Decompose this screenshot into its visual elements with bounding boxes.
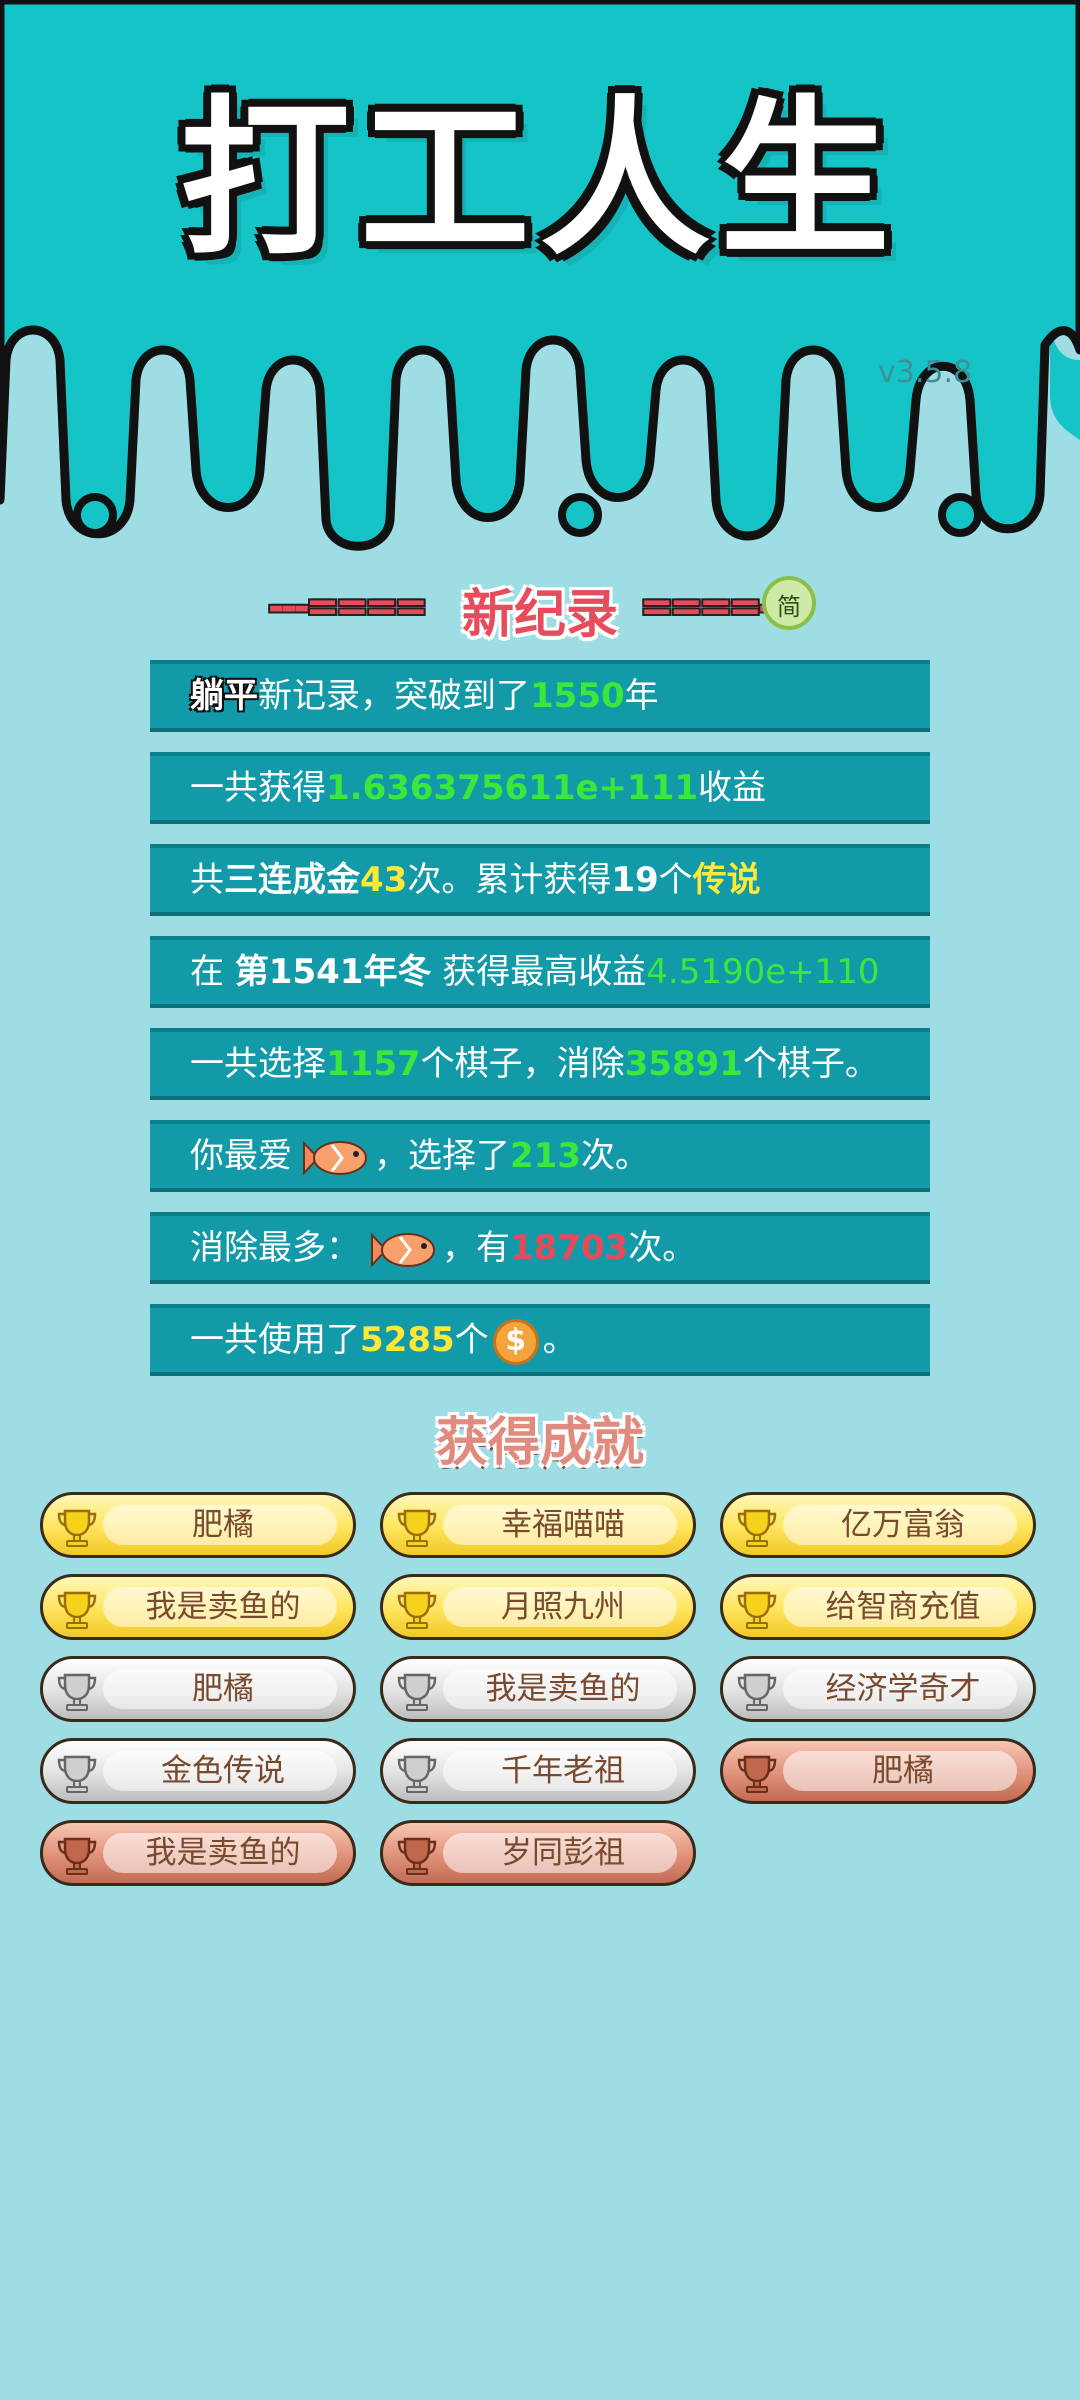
stat-text: 在 (190, 952, 235, 992)
stat-text: 消除最多： (190, 1228, 360, 1268)
achievement-label: 给智商充值 (825, 1589, 981, 1625)
stat-value: 5285 (360, 1320, 455, 1360)
stat-text: 第1541年冬 (234, 952, 432, 992)
stat-text: 三连成金 (224, 860, 360, 900)
achievement-badge[interactable]: 金色传说 (40, 1738, 356, 1804)
stat-row-coins: 一共使用了5285个 $。 (150, 1304, 930, 1376)
achievement-badge[interactable]: 我是卖鱼的 (380, 1656, 696, 1722)
achievement-label: 肥橘 (872, 1753, 934, 1789)
stat-text: 次。 (628, 1228, 697, 1268)
record-header: ---==== 新纪录 ====- (0, 570, 1080, 645)
achievement-label: 经济学奇才 (825, 1671, 981, 1707)
stat-text: 年 (624, 676, 659, 716)
stat-value: 1.636375611e+111 (326, 768, 699, 808)
stat-text: 个棋子。 (742, 1044, 879, 1084)
stat-text: 次。 (580, 1136, 649, 1176)
achievement-label: 亿万富翁 (841, 1507, 965, 1543)
achievement-label: 我是卖鱼的 (485, 1671, 641, 1707)
stat-text: ，选择了 (374, 1136, 510, 1176)
stat-value: 18703 (510, 1228, 629, 1268)
stat-value: 传说 (692, 860, 761, 900)
stat-text: 一共获得 (190, 768, 326, 808)
stat-text: 共 (190, 860, 224, 900)
achievement-label: 肥橘 (192, 1507, 254, 1543)
achievement-badge[interactable]: 肥橘 (40, 1656, 356, 1722)
drop-dot (73, 493, 117, 537)
achievement-label: 肥橘 (192, 1671, 254, 1707)
achievement-label: 金色传说 (161, 1753, 285, 1789)
record-header-title: 新纪录 (461, 585, 618, 645)
achievements-title: 获得成就 (435, 1413, 644, 1473)
achievement-label: 岁同彭祖 (501, 1835, 625, 1871)
version-label: v3.5.8 (878, 355, 973, 390)
achievement-label: 千年老祖 (501, 1753, 625, 1789)
drop-dot (558, 493, 602, 537)
stat-row-max-income: 在 第1541年冬 获得最高收益4.5190e+110 (150, 936, 930, 1008)
stat-value: 213 (510, 1136, 581, 1176)
stat-row-record: 躺平新记录，突破到了1550年 (150, 660, 930, 732)
achievement-badge[interactable]: 我是卖鱼的 (40, 1574, 356, 1640)
stat-value: 4.5190e+110 (646, 952, 880, 992)
stat-text: 个棋子，消除 (420, 1044, 625, 1084)
stat-text: 你最爱 (190, 1136, 292, 1176)
stat-text: 次。累计获得 (407, 860, 612, 900)
achievement-badge[interactable]: 月照九州 (380, 1574, 696, 1640)
achievement-badge[interactable]: 经济学奇才 (720, 1656, 1036, 1722)
stat-value: 43 (360, 860, 408, 900)
stat-text: 个 (658, 860, 693, 900)
fish-icon (371, 1231, 435, 1268)
stat-text: 新记录，突破到了 (258, 676, 530, 716)
stat-text: 收益 (698, 768, 767, 808)
stat-text: 一共选择 (190, 1044, 326, 1084)
stat-value: 1157 (326, 1044, 421, 1084)
drop-dot (938, 493, 982, 537)
stat-text: 躺平 (190, 676, 258, 716)
simplified-toggle-button[interactable]: 简 (762, 576, 816, 630)
stat-value: 19 (611, 860, 659, 900)
achievement-label: 幸福喵喵 (501, 1507, 625, 1543)
stat-text: ，有 (442, 1228, 510, 1268)
header-band: 打工人生 v3.5.8 (0, 0, 1080, 560)
achievement-label: 我是卖鱼的 (145, 1589, 301, 1625)
fish-icon (303, 1139, 367, 1176)
stat-row-total-income: 一共获得1.636375611e+111收益 (150, 752, 930, 824)
achievement-badge[interactable]: 我是卖鱼的 (40, 1820, 356, 1886)
achievement-badge[interactable]: 给智商充值 (720, 1574, 1036, 1640)
stat-text: 获得最高收益 (431, 952, 647, 992)
coin-icon: $ (492, 1318, 539, 1365)
stat-text: 。 (542, 1320, 577, 1360)
achievement-label: 月照九州 (501, 1589, 625, 1625)
achievement-badge[interactable]: 岁同彭祖 (380, 1820, 696, 1886)
achievement-label: 我是卖鱼的 (145, 1835, 301, 1871)
stat-value: 35891 (624, 1044, 743, 1084)
game-title: 打工人生 (179, 81, 900, 279)
stat-row-most-eliminated: 消除最多： ，有18703次。 (150, 1212, 930, 1284)
stat-text: 个 (454, 1320, 489, 1360)
stat-row-favorite: 你最爱 ，选择了213次。 (150, 1120, 930, 1192)
right-dashes: ====- (640, 584, 775, 630)
achievement-badge[interactable]: 千年老祖 (380, 1738, 696, 1804)
achievement-badge[interactable]: 肥橘 (40, 1492, 356, 1558)
stat-text: 一共使用了 (190, 1320, 360, 1360)
stat-row-pieces: 一共选择1157个棋子，消除35891个棋子。 (150, 1028, 930, 1100)
stat-value: 1550 (530, 676, 625, 716)
achievement-badge[interactable]: 幸福喵喵 (380, 1492, 696, 1558)
achievement-badge[interactable]: 肥橘 (720, 1738, 1036, 1804)
stat-row-triple-gold: 共三连成金43次。累计获得19个传说 (150, 844, 930, 916)
achievement-badge[interactable]: 亿万富翁 (720, 1492, 1036, 1558)
